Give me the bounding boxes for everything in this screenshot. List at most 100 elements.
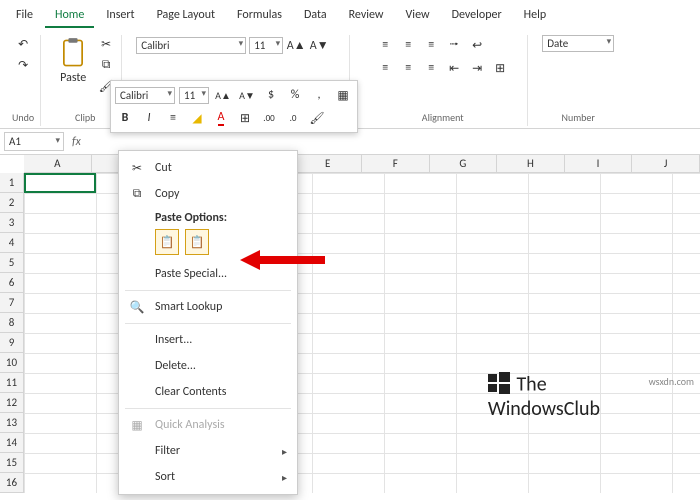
mini-dec-decimal[interactable]: .00 xyxy=(259,108,279,128)
formula-input[interactable] xyxy=(89,134,700,150)
col-header[interactable]: E xyxy=(294,155,362,173)
row-header[interactable]: 11 xyxy=(0,373,24,393)
borders-icon: ⊞ xyxy=(240,111,250,126)
decrease-font-button[interactable]: A▼ xyxy=(309,35,329,55)
row-header[interactable]: 3 xyxy=(0,213,24,233)
ctx-insert-label: Insert... xyxy=(155,333,192,347)
font-name-select[interactable]: Calibri xyxy=(136,37,246,54)
merge-button[interactable]: ⊞ xyxy=(490,58,510,78)
ctx-copy[interactable]: ⧉ Copy xyxy=(119,181,297,207)
mini-borders[interactable]: ⊞ xyxy=(235,108,255,128)
menu-insert[interactable]: Insert xyxy=(96,4,144,28)
align-middle-button[interactable]: ≡ xyxy=(398,35,418,55)
ctx-copy-label: Copy xyxy=(155,187,179,201)
row-header[interactable]: 15 xyxy=(0,453,24,473)
wrap-text-button[interactable]: ↩ xyxy=(467,35,487,55)
font-size-select[interactable]: 11 xyxy=(249,37,283,54)
align-center-button[interactable]: ≡ xyxy=(398,58,418,78)
mini-font-name[interactable]: Calibri xyxy=(115,87,175,104)
paste-button[interactable]: Paste xyxy=(55,35,91,87)
row-header[interactable]: 8 xyxy=(0,313,24,333)
align-top-button[interactable]: ≡ xyxy=(375,35,395,55)
row-header[interactable]: 4 xyxy=(0,233,24,253)
mini-fill-color[interactable]: ◢ xyxy=(187,108,207,128)
ctx-cut[interactable]: ✂ Cut xyxy=(119,155,297,181)
menu-developer[interactable]: Developer xyxy=(442,4,512,28)
col-header[interactable]: J xyxy=(632,155,700,173)
cut-button[interactable]: ✂ xyxy=(97,35,115,53)
paste-option-values[interactable]: 📋 xyxy=(185,229,209,255)
mini-table[interactable]: ▦ xyxy=(333,85,353,105)
ctx-smart-lookup[interactable]: 🔍 Smart Lookup xyxy=(119,294,297,320)
menu-pagelayout[interactable]: Page Layout xyxy=(147,4,225,28)
row-header[interactable]: 7 xyxy=(0,293,24,313)
watermark-line1: The xyxy=(516,372,546,396)
brush-icon: 🖌 xyxy=(309,111,324,126)
col-header[interactable]: F xyxy=(362,155,430,173)
mini-inc-decimal[interactable]: .0 xyxy=(283,108,303,128)
col-header[interactable]: H xyxy=(497,155,565,173)
mini-increase-font[interactable]: A▲ xyxy=(213,85,233,105)
mini-format-painter[interactable]: 🖌 xyxy=(307,108,327,128)
mini-currency[interactable]: $ xyxy=(261,85,281,105)
menu-view[interactable]: View xyxy=(396,4,440,28)
paste-option-default[interactable]: 📋 xyxy=(155,229,179,255)
row-header[interactable]: 13 xyxy=(0,413,24,433)
row-header[interactable]: 12 xyxy=(0,393,24,413)
percent-icon: % xyxy=(291,88,300,102)
row-header[interactable]: 1 xyxy=(0,173,24,193)
orientation-button[interactable]: ⭬ xyxy=(444,35,464,55)
menu-help[interactable]: Help xyxy=(514,4,557,28)
inc-decimal-icon: .0 xyxy=(290,113,297,124)
mini-percent[interactable]: % xyxy=(285,85,305,105)
font-color-icon: A xyxy=(218,110,225,126)
redo-button[interactable]: ↷ xyxy=(14,56,32,74)
decrease-indent-button[interactable]: ⇤ xyxy=(444,58,464,78)
menu-data[interactable]: Data xyxy=(294,4,337,28)
separator xyxy=(125,323,291,324)
menu-formulas[interactable]: Formulas xyxy=(227,4,292,28)
ctx-clear-label: Clear Contents xyxy=(155,385,226,399)
watermark-line2: WindowsClub xyxy=(488,397,600,421)
mini-italic[interactable]: I xyxy=(139,108,159,128)
copy-button[interactable]: ⧉ xyxy=(97,56,115,74)
col-header[interactable]: A xyxy=(24,155,92,173)
row-header[interactable]: 6 xyxy=(0,273,24,293)
row-header[interactable]: 10 xyxy=(0,353,24,373)
menu-home[interactable]: Home xyxy=(45,4,94,28)
row-header[interactable]: 9 xyxy=(0,333,24,353)
ctx-insert[interactable]: Insert... xyxy=(119,327,297,353)
ctx-clear-contents[interactable]: Clear Contents xyxy=(119,379,297,405)
undo-button[interactable]: ↶ xyxy=(14,35,32,53)
ctx-sort[interactable]: Sort xyxy=(119,464,297,490)
mini-align[interactable]: ≡ xyxy=(163,108,183,128)
menu-review[interactable]: Review xyxy=(339,4,394,28)
mini-comma[interactable]: , xyxy=(309,85,329,105)
row-header[interactable]: 5 xyxy=(0,253,24,273)
row-header[interactable]: 2 xyxy=(0,193,24,213)
mini-font-size[interactable]: 11 xyxy=(179,87,209,104)
align-bottom-button[interactable]: ≡ xyxy=(421,35,441,55)
row-header[interactable]: 16 xyxy=(0,473,24,493)
menu-file[interactable]: File xyxy=(6,4,43,28)
align-left-button[interactable]: ≡ xyxy=(375,58,395,78)
mini-decrease-font[interactable]: A▼ xyxy=(237,85,257,105)
worksheet-grid: A B C D E F G H I J 1 2 3 4 5 6 7 8 9 10… xyxy=(0,155,700,493)
name-box[interactable]: A1 xyxy=(4,132,64,151)
ctx-filter[interactable]: Filter xyxy=(119,438,297,464)
col-header[interactable]: G xyxy=(430,155,498,173)
col-header[interactable]: I xyxy=(565,155,633,173)
increase-indent-button[interactable]: ⇥ xyxy=(467,58,487,78)
mini-font-color[interactable]: A xyxy=(211,108,231,128)
mini-bold[interactable]: B xyxy=(115,108,135,128)
align-right-button[interactable]: ≡ xyxy=(421,58,441,78)
ctx-paste-special[interactable]: Paste Special... xyxy=(119,261,297,287)
italic-icon: I xyxy=(147,111,150,125)
ctx-delete[interactable]: Delete... xyxy=(119,353,297,379)
active-cell[interactable] xyxy=(24,173,96,193)
row-header[interactable]: 14 xyxy=(0,433,24,453)
fx-icon[interactable]: fx xyxy=(64,135,89,149)
increase-font-button[interactable]: A▲ xyxy=(286,35,306,55)
ctx-delete-label: Delete... xyxy=(155,359,196,373)
number-format-select[interactable]: Date xyxy=(542,35,614,52)
